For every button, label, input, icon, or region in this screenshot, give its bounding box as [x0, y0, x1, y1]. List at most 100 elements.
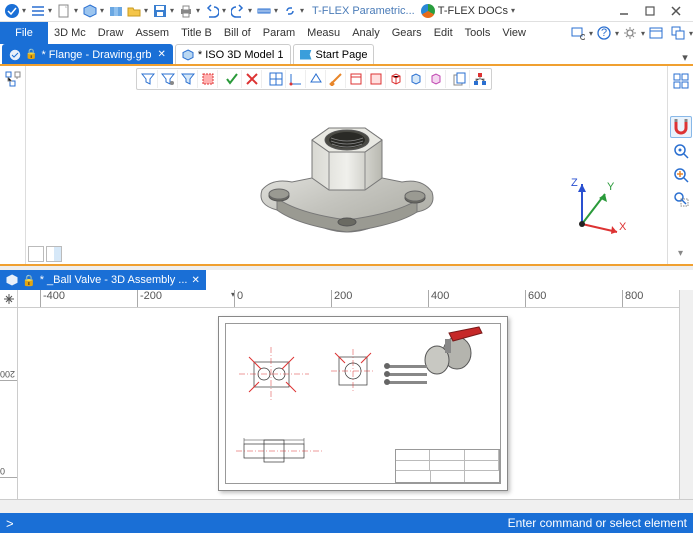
app-logo-icon[interactable] — [4, 3, 20, 19]
measure-icon[interactable] — [256, 3, 272, 19]
menu-view[interactable]: View — [496, 22, 532, 44]
close-tab-icon[interactable]: ✕ — [191, 275, 199, 286]
axis-triad[interactable]: X Y Z — [557, 174, 627, 244]
doctab-iso-3d[interactable]: * ISO 3D Model 1 — [175, 44, 291, 64]
cube-blue-icon[interactable] — [406, 70, 426, 88]
selection-box-icon[interactable] — [198, 70, 218, 88]
tab-overflow-icon[interactable]: ▾ — [677, 51, 693, 64]
axis-icon[interactable] — [286, 70, 306, 88]
menu-parameters[interactable]: Param — [257, 22, 301, 44]
hamburger-icon[interactable] — [30, 3, 46, 19]
open-dropdown-icon[interactable]: ▾ — [144, 6, 150, 15]
new-document-icon[interactable] — [56, 3, 72, 19]
doctab-label: Start Page — [316, 49, 368, 61]
view-panes-icon[interactable] — [266, 70, 286, 88]
library-icon[interactable] — [108, 3, 124, 19]
drawing-view-3d — [379, 325, 489, 405]
box-red2-icon[interactable] — [366, 70, 386, 88]
new-dropdown-icon[interactable]: ▾ — [74, 6, 80, 15]
viewport-bottom-left-toolbar — [28, 246, 62, 262]
window-dropdown-icon[interactable]: ▾ — [689, 29, 693, 38]
horizontal-ruler[interactable]: -400 -200 0 200 400 600 800 — [18, 290, 679, 307]
snap-magnet-icon[interactable] — [670, 116, 692, 138]
measure-dropdown-icon[interactable]: ▾ — [274, 6, 280, 15]
settings-gear-icon[interactable] — [621, 24, 639, 42]
menu-assembly[interactable]: Assem — [129, 22, 175, 44]
cube-dropdown-icon[interactable]: ▾ — [100, 6, 106, 15]
copy-icon[interactable] — [450, 70, 470, 88]
minimize-button[interactable] — [611, 2, 637, 20]
print-icon[interactable] — [178, 3, 194, 19]
canvas-2d[interactable] — [18, 308, 679, 499]
structure-icon[interactable] — [470, 70, 490, 88]
cancel-x-icon[interactable] — [242, 70, 262, 88]
doctab-flange[interactable]: 🔒 * Flange - Drawing.grb ✕ — [2, 44, 173, 64]
sketch-icon[interactable] — [326, 70, 346, 88]
viewport-3d[interactable]: X Y Z — [26, 66, 667, 264]
window-layout-icon[interactable] — [647, 24, 665, 42]
lowertab-ball-valve[interactable]: 🔒 * _Ball Valve - 3D Assembly ... ✕ — [0, 270, 206, 290]
menu-analysis[interactable]: Analy — [346, 22, 386, 44]
close-tab-icon[interactable]: ✕ — [158, 49, 166, 60]
view-split-icon[interactable] — [46, 246, 62, 262]
cube-outline-icon[interactable] — [386, 70, 406, 88]
zoom-fit-icon[interactable] — [670, 164, 692, 186]
redo-dropdown-icon[interactable]: ▾ — [248, 6, 254, 15]
help-icon[interactable]: ? — [595, 24, 613, 42]
open-folder-icon[interactable] — [126, 3, 142, 19]
app-title: T-FLEX Parametric... — [312, 5, 415, 17]
viewport-3d-panel: X Y Z ▾ — [0, 66, 693, 266]
app-menu-dropdown-icon[interactable]: ▾ — [22, 6, 28, 15]
zoom-window-icon[interactable] — [670, 188, 692, 210]
undo-dropdown-icon[interactable]: ▾ — [222, 6, 228, 15]
save-icon[interactable] — [152, 3, 168, 19]
drawing-view-side — [234, 432, 324, 472]
docs-label: T-FLEX DOCs — [438, 5, 508, 17]
vertical-ruler[interactable]: 0 200 — [0, 308, 18, 499]
menu-3d-model[interactable]: 3D Mc — [48, 22, 92, 44]
link-dropdown-icon[interactable]: ▾ — [300, 6, 306, 15]
maximize-button[interactable] — [637, 2, 663, 20]
right-vertical-toolbar: ▾ — [667, 66, 693, 264]
lowertab-label: * _Ball Valve - 3D Assembly ... — [40, 274, 188, 286]
link-icon[interactable] — [282, 3, 298, 19]
close-button[interactable] — [663, 2, 689, 20]
redo-icon[interactable] — [230, 3, 246, 19]
menu-edit[interactable]: Edit — [428, 22, 459, 44]
horizontal-scrollbar[interactable] — [0, 499, 693, 513]
menu-title-block[interactable]: Title B — [175, 22, 218, 44]
menu-bar: File 3D Mc Draw Assem Title B Bill of Pa… — [0, 22, 693, 44]
hamburger-dropdown-icon[interactable]: ▾ — [48, 6, 54, 15]
print-dropdown-icon[interactable]: ▾ — [196, 6, 202, 15]
file-menu[interactable]: File — [0, 22, 48, 44]
menu-tools[interactable]: Tools — [459, 22, 497, 44]
menu-draw[interactable]: Draw — [92, 22, 130, 44]
undo-icon[interactable] — [204, 3, 220, 19]
check-icon[interactable] — [222, 70, 242, 88]
cascade-windows-icon[interactable] — [669, 24, 687, 42]
filter-settings-icon[interactable] — [158, 70, 178, 88]
zoom-target-icon[interactable] — [670, 140, 692, 162]
cube-icon[interactable] — [82, 3, 98, 19]
cube-magenta-icon[interactable] — [426, 70, 446, 88]
command-bar[interactable]: > Enter command or select element — [0, 513, 693, 533]
scroll-down-icon[interactable]: ▾ — [670, 242, 692, 264]
box-red-icon[interactable] — [346, 70, 366, 88]
menu-gears[interactable]: Gears — [386, 22, 428, 44]
grid-view-icon[interactable] — [670, 70, 692, 92]
doctab-start-page[interactable]: Start Page — [293, 44, 375, 64]
search-menu-icon[interactable] — [569, 24, 587, 42]
tree-icon[interactable] — [4, 70, 22, 88]
plane-icon[interactable] — [306, 70, 326, 88]
lock-icon: 🔒 — [22, 274, 36, 287]
save-dropdown-icon[interactable]: ▾ — [170, 6, 176, 15]
filter-icon[interactable] — [138, 70, 158, 88]
menu-bill-of-materials[interactable]: Bill of — [218, 22, 257, 44]
vertical-scrollbar[interactable] — [679, 308, 693, 499]
docs-button[interactable]: T-FLEX DOCs ▾ — [421, 4, 519, 18]
view-single-icon[interactable] — [28, 246, 44, 262]
lower-document-tabs: 🔒 * _Ball Valve - 3D Assembly ... ✕ — [0, 270, 693, 290]
menu-measure[interactable]: Measu — [301, 22, 346, 44]
ruler-origin-icon[interactable] — [0, 290, 18, 307]
filter-list-icon[interactable] — [178, 70, 198, 88]
